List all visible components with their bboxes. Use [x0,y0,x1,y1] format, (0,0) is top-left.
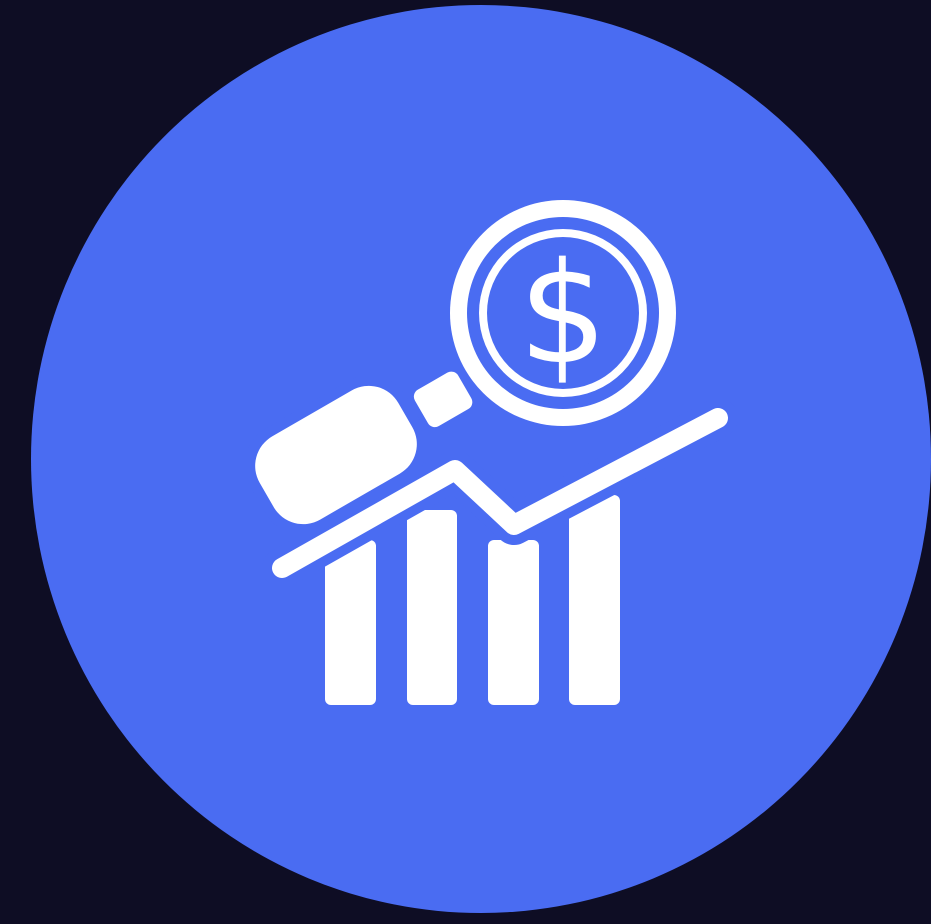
icon-canvas: $ [0,0,931,924]
chart-bar [488,540,539,705]
chart-bar [325,540,376,705]
dollar-sign-icon: $ [518,233,607,396]
chart-bar [569,495,620,705]
magnifier-neck [413,371,473,428]
financial-analysis-icon: $ [244,200,738,705]
chart-bar [407,510,457,705]
